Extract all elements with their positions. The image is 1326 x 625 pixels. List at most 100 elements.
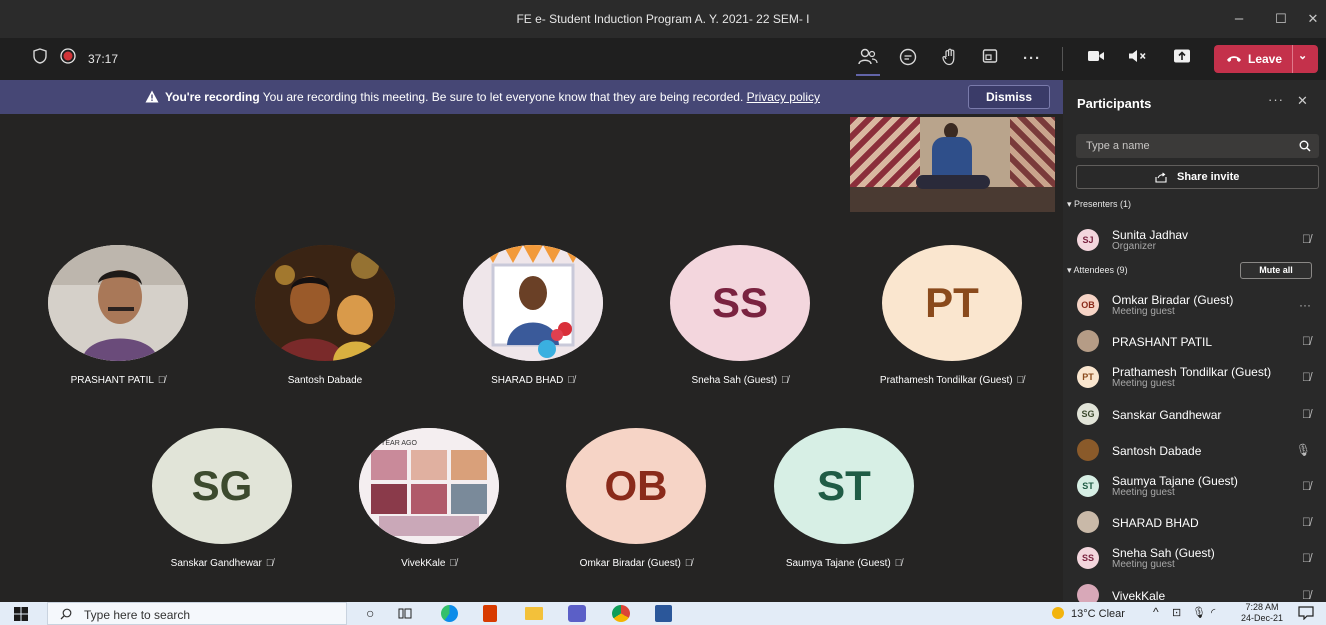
edge-icon[interactable] (441, 605, 458, 622)
participant-name: Sanskar Gandhewar 🎙̸ (170, 558, 274, 569)
close-button[interactable]: ✕ (1302, 8, 1324, 30)
mic-off-icon: 🎙̸ (894, 558, 903, 569)
participant-tile[interactable]: SG Sanskar Gandhewar 🎙̸ (152, 428, 292, 569)
participant-row[interactable]: OB Omkar Biradar (Guest) Meeting guest ··· (1077, 288, 1319, 322)
share-screen-icon[interactable] (1170, 48, 1194, 70)
privacy-policy-link[interactable]: Privacy policy (747, 90, 820, 104)
windows-taskbar: Type here to search ○ 13°C Clear ^ ⊡ 🎙 ◜… (0, 602, 1326, 625)
mic-off-icon: 🎙̸ (1302, 515, 1311, 530)
participant-tile[interactable]: SS Sneha Sah (Guest) 🎙̸ (670, 245, 810, 386)
shield-icon[interactable] (28, 48, 52, 70)
recording-icon (56, 48, 80, 70)
participant-row-name: Prathamesh Tondilkar (Guest) (1112, 365, 1272, 380)
wifi-icon[interactable]: ◜ (1211, 606, 1215, 619)
participant-avatar: PT (1077, 366, 1099, 389)
mic-off-icon: 🎙̸ (265, 558, 274, 569)
participant-row[interactable]: SG Sanskar Gandhewar 🎙̸ (1077, 397, 1319, 431)
task-view-icon[interactable] (398, 607, 412, 625)
participant-row-name: VivekKale (1112, 588, 1166, 603)
leave-button[interactable]: Leave ⌄ (1214, 45, 1318, 73)
chevron-up-icon[interactable]: ^ (1153, 605, 1159, 619)
notifications-icon[interactable] (1298, 606, 1314, 625)
participant-tile[interactable]: 1 YEAR AGO VivekKale 🎙̸ (359, 428, 499, 569)
participant-name: Santosh Dabade (287, 375, 363, 386)
dismiss-button[interactable]: Dismiss (968, 85, 1050, 109)
participant-row[interactable]: PT Prathamesh Tondilkar (Guest) Meeting gu… (1077, 360, 1319, 394)
participant-tile[interactable]: PRASHANT PATIL 🎙̸ (48, 245, 188, 386)
avatar-initials: SG (152, 428, 292, 544)
participant-row[interactable]: SJ Sunita Jadhav Organizer 🎙̸ (1077, 223, 1319, 257)
participant-name: VivekKale 🎙̸ (401, 558, 457, 569)
participant-name: Saumya Tajane (Guest) 🎙̸ (785, 558, 903, 569)
cortana-icon[interactable]: ○ (366, 605, 374, 621)
taskbar-search-input[interactable]: Type here to search (47, 602, 347, 625)
mute-all-button[interactable]: Mute all (1240, 262, 1312, 279)
participant-row[interactable]: SS Sneha Sah (Guest) Meeting guest 🎙̸ (1077, 541, 1319, 575)
participant-row[interactable]: ST Saumya Tajane (Guest) Meeting guest 🎙̸ (1077, 469, 1319, 503)
participant-tile[interactable]: ST Saumya Tajane (Guest) 🎙̸ (774, 428, 914, 569)
meeting-timer: 37:17 (88, 52, 119, 66)
phone-hangup-icon (1227, 56, 1241, 62)
participant-row-name: Sanskar Gandhewar (1112, 407, 1222, 422)
recording-banner: You're recording You are recording this … (0, 80, 1063, 114)
windows-start-icon[interactable] (14, 607, 28, 625)
camera-icon[interactable] (1084, 48, 1108, 70)
speaker-video[interactable] (850, 117, 1055, 212)
chat-icon[interactable] (896, 48, 920, 70)
participant-avatar (1077, 511, 1099, 534)
meeting-stage: PRASHANT PATIL 🎙̸ Santosh Dabade SHARAD … (0, 114, 1063, 602)
maximize-button[interactable]: ☐ (1270, 8, 1292, 30)
mic-off-icon: 🎙̸ (1302, 551, 1311, 566)
chrome-icon[interactable] (612, 605, 630, 622)
speaker-mute-icon[interactable] (1126, 48, 1150, 70)
tray-mic-icon[interactable]: 🎙 (1192, 606, 1206, 619)
participant-name: Prathamesh Tondilkar (Guest) 🎙̸ (879, 375, 1025, 386)
word-icon[interactable] (655, 605, 672, 622)
participant-row-role: Meeting guest (1112, 559, 1175, 571)
participant-tile[interactable]: SHARAD BHAD 🎙̸ (463, 245, 603, 386)
office-icon[interactable] (483, 605, 497, 622)
participant-tile[interactable]: PT Prathamesh Tondilkar (Guest) 🎙̸ (877, 245, 1027, 386)
more-options-icon[interactable]: ··· (1020, 48, 1044, 70)
participant-avatar (1077, 330, 1099, 353)
mic-off-icon: 🎙̸ (781, 375, 789, 386)
avatar (463, 245, 603, 361)
share-invite-button[interactable]: Share invite (1076, 165, 1319, 189)
participant-search-input[interactable]: Type a name (1076, 134, 1319, 158)
search-icon (60, 608, 72, 620)
participant-row-name: Saumya Tajane (Guest) (1112, 474, 1238, 488)
avatar (255, 245, 395, 361)
participant-tile[interactable]: Santosh Dabade (255, 245, 395, 386)
participant-row[interactable]: SHARAD BHAD 🎙̸ (1077, 505, 1319, 539)
attendees-header[interactable]: ▾ Attendees (9) (1067, 265, 1128, 276)
minimize-button[interactable]: – (1228, 8, 1250, 30)
mic-off-icon: 🎙̸ (1016, 375, 1025, 386)
participant-row-name: Omkar Biradar (Guest) (1112, 293, 1234, 307)
participant-row-role: Meeting guest (1112, 306, 1175, 317)
tray-app-icon[interactable]: ⊡ (1172, 606, 1181, 619)
participant-row[interactable]: Santosh Dabade 🎙 (1077, 433, 1319, 467)
participant-avatar: SG (1077, 402, 1099, 425)
taskbar-clock[interactable]: 7:28 AM 24-Dec-21 (1240, 602, 1284, 624)
teams-icon[interactable] (568, 605, 586, 622)
person-legs (916, 175, 990, 189)
panel-close-icon[interactable]: ✕ (1297, 93, 1308, 109)
mic-off-icon: 🎙̸ (1302, 479, 1311, 493)
participants-icon[interactable] (856, 48, 880, 76)
weather-text[interactable]: 13°C Clear (1071, 608, 1125, 620)
participant-name: SHARAD BHAD 🎙̸ (491, 375, 575, 386)
rooms-icon[interactable] (978, 48, 1002, 70)
share-invite-label: Share invite (1177, 171, 1240, 183)
mic-on-icon: 🎙 (1295, 442, 1311, 457)
chevron-down-icon[interactable]: ⌄ (1298, 49, 1307, 62)
file-explorer-icon[interactable] (525, 607, 543, 620)
participant-tile[interactable]: OB Omkar Biradar (Guest) 🎙̸ (566, 428, 706, 569)
recording-message: You're recording You are recording this … (145, 90, 820, 106)
presenters-header[interactable]: ▾ Presenters (1) (1067, 199, 1131, 210)
more-options-icon[interactable]: ··· (1299, 298, 1311, 312)
panel-more-icon[interactable]: ··· (1268, 92, 1284, 107)
avatar: 1 YEAR AGO (359, 428, 499, 544)
panel-title: Participants (1077, 96, 1152, 111)
participant-row[interactable]: PRASHANT PATIL 🎙̸ (1077, 324, 1319, 358)
raise-hand-icon[interactable] (938, 48, 962, 70)
